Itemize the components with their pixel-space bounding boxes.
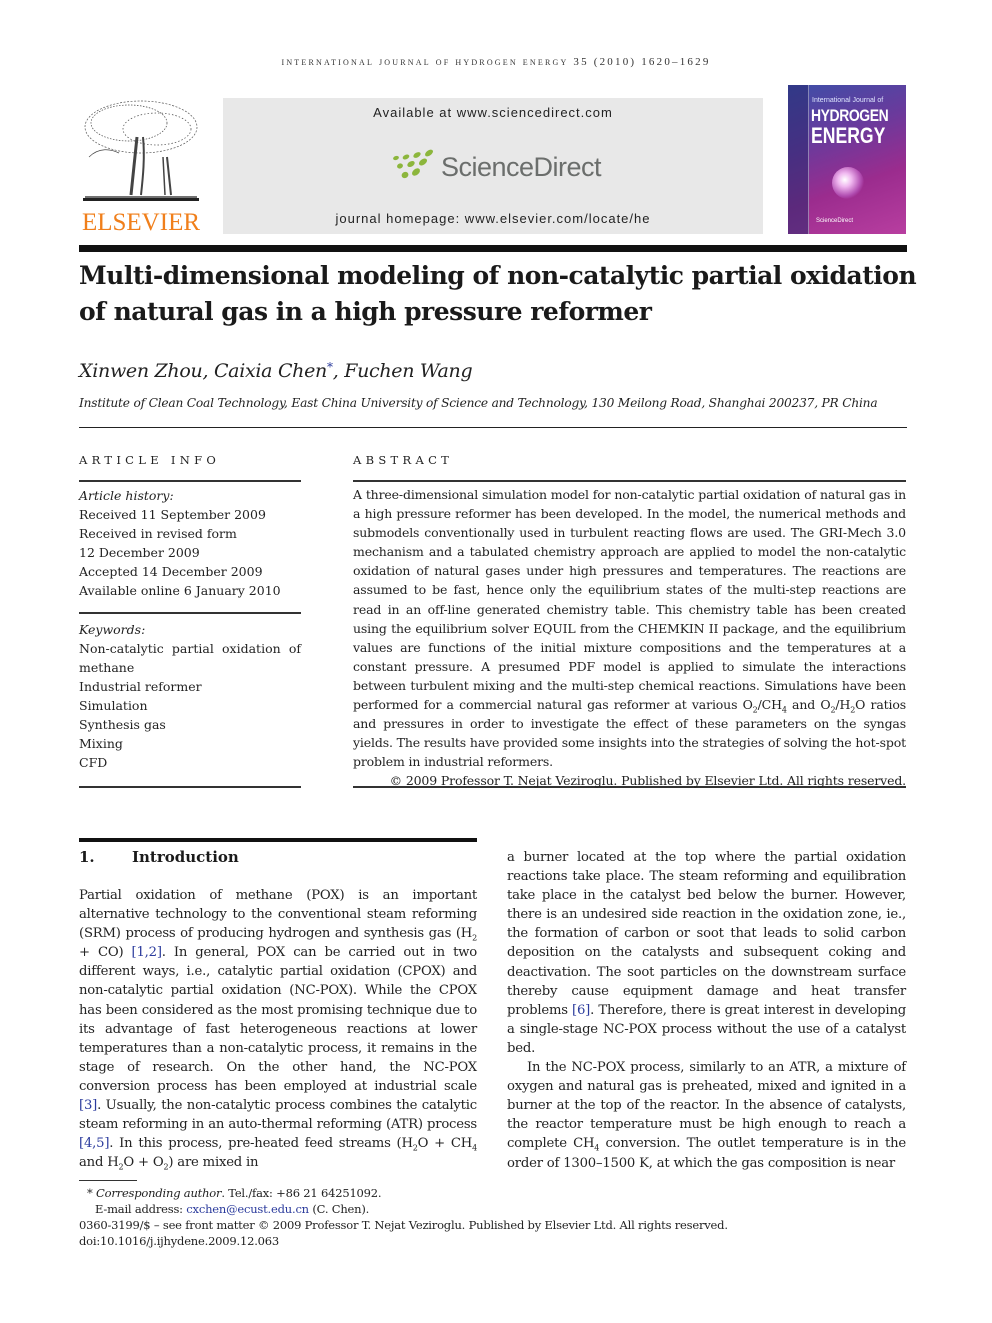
cover-sciencedirect-mark: ScienceDirect bbox=[816, 218, 854, 224]
body-text: Partial oxidation of methane (POX) is an… bbox=[79, 888, 477, 942]
article-history: Article history: Received 11 September 2… bbox=[79, 486, 301, 600]
citation-link[interactable]: [1,2] bbox=[132, 945, 162, 960]
section-title: Introduction bbox=[132, 848, 239, 866]
history-item: Available online 6 January 2010 bbox=[79, 583, 281, 598]
affiliation: Institute of Clean Coal Technology, East… bbox=[79, 396, 878, 410]
sciencedirect-banner: Available at www.sciencedirect.com Scien… bbox=[223, 98, 763, 234]
citation-link[interactable]: [4,5] bbox=[79, 1136, 109, 1151]
body-text: + CO) bbox=[79, 945, 132, 961]
section-heading: 1. Introduction bbox=[79, 848, 239, 866]
email-link[interactable]: cxchen@ecust.edu.cn bbox=[186, 1202, 309, 1216]
keyword-item: CFD bbox=[79, 755, 108, 770]
abstract-text-part: /CH bbox=[757, 697, 782, 713]
keyword-item: Synthesis gas bbox=[79, 717, 166, 732]
keyword-item: Mixing bbox=[79, 736, 123, 751]
author-name[interactable]: Caixia Chen bbox=[214, 360, 327, 382]
keywords-label: Keywords: bbox=[79, 622, 146, 637]
footnote-label: Corresponding author bbox=[96, 1186, 222, 1200]
divider bbox=[79, 427, 907, 428]
cover-orb-graphic bbox=[832, 167, 864, 199]
subscript: 2 bbox=[472, 933, 477, 943]
running-header: INTERNATIONAL JOURNAL OF HYDROGEN ENERGY… bbox=[281, 56, 711, 68]
author-name[interactable]: Fuchen Wang bbox=[344, 360, 472, 382]
divider bbox=[79, 786, 301, 788]
abstract-text-part: /H bbox=[835, 697, 851, 713]
article-title: Multi-dimensional modeling of non-cataly… bbox=[79, 261, 917, 326]
elsevier-wordmark: ELSEVIER bbox=[81, 209, 201, 236]
footnote-mark: * bbox=[87, 1186, 93, 1200]
citation-link[interactable]: [6] bbox=[572, 1003, 590, 1018]
email-footnote: E-mail address: cxchen@ecust.edu.cn (C. … bbox=[95, 1201, 369, 1217]
subscript: 4 bbox=[472, 1143, 477, 1153]
keyword-item: Non-catalytic partial oxidation of metha… bbox=[79, 641, 301, 675]
cover-side-strip bbox=[788, 85, 809, 234]
divider bbox=[353, 480, 906, 482]
body-text: . Usually, the non-catalytic process com… bbox=[79, 1098, 477, 1133]
header-rule bbox=[79, 245, 907, 252]
history-item: 12 December 2009 bbox=[79, 545, 200, 560]
cover-title-line3: ENERGY bbox=[811, 123, 886, 148]
paragraph: In the NC-POX process, similarly to an A… bbox=[507, 1058, 906, 1173]
journal-cover-image[interactable]: International Journal of HYDROGEN ENERGY… bbox=[788, 85, 906, 234]
keywords-list: Keywords: Non-catalytic partial oxidatio… bbox=[79, 620, 301, 772]
history-item: Accepted 14 December 2009 bbox=[79, 564, 263, 579]
front-matter-notice: 0360-3199/$ – see front matter © 2009 Pr… bbox=[79, 1218, 728, 1232]
sciencedirect-logo-text: ScienceDirect bbox=[441, 152, 602, 182]
body-text: O + O bbox=[123, 1155, 164, 1171]
sciencedirect-dots-icon bbox=[393, 149, 433, 179]
history-item: Received 11 September 2009 bbox=[79, 507, 266, 522]
body-text: and H bbox=[79, 1155, 119, 1171]
abstract-body: A three-dimensional simulation model for… bbox=[353, 485, 906, 791]
author-name[interactable]: Xinwen Zhou bbox=[79, 360, 203, 382]
citation-link[interactable]: [3] bbox=[79, 1098, 97, 1113]
body-text: O + CH bbox=[417, 1136, 473, 1152]
body-column-right: a burner located at the top where the pa… bbox=[507, 848, 906, 1173]
abstract-text: A three-dimensional simulation model for… bbox=[353, 485, 906, 771]
article-info-heading: ARTICLE INFO bbox=[79, 453, 221, 467]
doi-link[interactable]: doi:10.1016/j.ijhydene.2009.12.063 bbox=[79, 1233, 279, 1249]
abstract-copyright: © 2009 Professor T. Nejat Veziroglu. Pub… bbox=[389, 773, 906, 789]
footnote-rule bbox=[79, 1180, 137, 1181]
section-number: 1. bbox=[79, 848, 95, 866]
abstract-text-part: and O bbox=[786, 697, 831, 713]
history-item: Received in revised form bbox=[79, 526, 237, 541]
body-text: ) are mixed in bbox=[168, 1155, 259, 1171]
keyword-item: Industrial reformer bbox=[79, 679, 202, 694]
author-separator: , bbox=[202, 360, 214, 382]
paragraph: a burner located at the top where the pa… bbox=[507, 848, 906, 1058]
divider bbox=[79, 480, 301, 482]
elsevier-logo[interactable]: ELSEVIER bbox=[79, 97, 203, 237]
cover-title-line1: International Journal of bbox=[812, 97, 884, 104]
journal-homepage-link[interactable]: journal homepage: www.elsevier.com/locat… bbox=[223, 211, 763, 226]
email-label: E-mail address: bbox=[95, 1202, 187, 1216]
author-separator: , bbox=[332, 360, 345, 382]
available-at-link[interactable]: Available at www.sciencedirect.com bbox=[223, 105, 763, 120]
footnote-text: . Tel./fax: +86 21 64251092. bbox=[221, 1186, 382, 1200]
abstract-heading: ABSTRACT bbox=[353, 453, 454, 467]
sciencedirect-logo[interactable]: ScienceDirect bbox=[391, 148, 631, 188]
author-list: Xinwen Zhou, Caixia Chen*, Fuchen Wang bbox=[79, 360, 473, 382]
corresponding-author-footnote: * Corresponding author. Tel./fax: +86 21… bbox=[87, 1185, 382, 1201]
body-text: . In general, POX can be carried out in … bbox=[79, 945, 477, 1094]
keyword-item: Simulation bbox=[79, 698, 148, 713]
divider bbox=[79, 612, 301, 614]
history-label: Article history: bbox=[79, 488, 174, 503]
body-text: . In this process, pre-heated feed strea… bbox=[109, 1136, 413, 1152]
body-column-left: Partial oxidation of methane (POX) is an… bbox=[79, 886, 477, 1172]
section-rule bbox=[79, 838, 477, 842]
abstract-text-part: A three-dimensional simulation model for… bbox=[353, 487, 906, 713]
body-text: a burner located at the top where the pa… bbox=[507, 850, 906, 1018]
elsevier-tree-icon bbox=[83, 100, 199, 201]
email-suffix: (C. Chen). bbox=[308, 1202, 370, 1216]
